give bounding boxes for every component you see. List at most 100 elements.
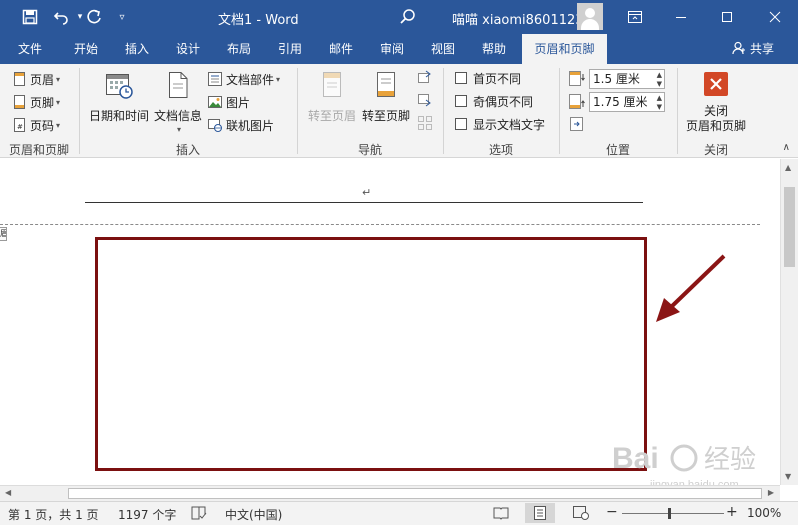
zoom-out-icon[interactable]: − xyxy=(606,504,618,520)
highlight-box xyxy=(95,237,647,471)
document-title: 文档1 - Word xyxy=(218,13,299,28)
footer-position-input[interactable]: 1.75 厘米 ▲ ▼ xyxy=(589,92,665,112)
header-tag: 眉 xyxy=(0,227,7,241)
close-icon[interactable] xyxy=(752,0,798,34)
pointer-arrow-icon xyxy=(656,254,726,322)
picture-button[interactable]: 图片 xyxy=(208,92,250,112)
picture-label: 图片 xyxy=(226,95,251,110)
collapse-ribbon-icon[interactable]: ∧ xyxy=(783,142,790,153)
language[interactable]: 中文(中国) xyxy=(225,506,282,523)
save-icon[interactable] xyxy=(16,0,44,34)
watermark-brand2: 经验 xyxy=(704,445,756,475)
footer-button[interactable]: 页脚 ▾ xyxy=(12,92,60,112)
header-boundary xyxy=(0,224,760,225)
vertical-scrollbar[interactable]: ▲ ▼ xyxy=(780,159,798,485)
ribbon-display-options-icon[interactable] xyxy=(612,0,658,34)
group-label-close: 关闭 xyxy=(703,143,728,157)
tab-home[interactable]: 开始 xyxy=(62,34,110,64)
zoom-slider[interactable] xyxy=(622,513,724,514)
header-doc-icon xyxy=(12,72,26,86)
spin-down-icon[interactable]: ▼ xyxy=(657,103,662,111)
zoom-in-icon[interactable]: + xyxy=(726,504,738,520)
web-layout-icon[interactable] xyxy=(573,506,589,523)
tab-references[interactable]: 引用 xyxy=(266,34,314,64)
tab-insert[interactable]: 插入 xyxy=(113,34,161,64)
header-rule xyxy=(85,202,643,203)
document-info-button[interactable]: 文档信息 ▾ xyxy=(152,70,204,134)
tab-mailings[interactable]: 邮件 xyxy=(317,34,365,64)
spin-up-icon[interactable]: ▲ xyxy=(657,94,662,102)
go-to-header-label: 转至页眉 xyxy=(307,109,356,123)
avatar[interactable] xyxy=(577,3,603,30)
date-time-button[interactable]: 日期和时间 xyxy=(88,70,150,124)
group-label-position: 位置 xyxy=(605,143,630,157)
footer-position-value: 1.75 厘米 xyxy=(593,95,648,109)
scroll-left-icon[interactable]: ◀ xyxy=(5,488,11,497)
search-icon[interactable] xyxy=(398,7,418,27)
document-info-label: 文档信息 xyxy=(153,109,202,123)
footer-position-icon xyxy=(569,94,585,113)
zoom-slider-thumb[interactable] xyxy=(668,508,671,519)
zoom-level[interactable]: 100% xyxy=(747,506,781,520)
insert-alignment-tab-icon[interactable] xyxy=(570,117,584,134)
group-label-options: 选项 xyxy=(488,143,513,157)
redo-icon[interactable] xyxy=(80,0,108,34)
status-bar: 第 1 页，共 1 页 1197 个字 中文(中国) − + 100% xyxy=(0,501,798,525)
vertical-scroll-thumb[interactable] xyxy=(784,187,795,267)
online-picture-label: 联机图片 xyxy=(226,118,275,133)
next-section-icon[interactable] xyxy=(418,93,432,110)
different-first-page-label: 首页不同 xyxy=(473,71,522,86)
different-odd-even-checkbox[interactable]: 奇偶页不同 xyxy=(455,91,533,111)
close-label-line1: 关闭 xyxy=(703,104,728,118)
header-button[interactable]: 页眉 ▾ xyxy=(12,69,60,89)
checkbox-icon xyxy=(455,95,467,107)
show-document-text-label: 显示文档文字 xyxy=(473,117,546,132)
show-document-text-checkbox[interactable]: 显示文档文字 xyxy=(455,114,545,134)
go-to-header-button[interactable]: 转至页眉 xyxy=(306,70,358,124)
different-first-page-checkbox[interactable]: 首页不同 xyxy=(455,68,521,88)
word-count[interactable]: 1197 个字 xyxy=(118,506,176,523)
group-label-header-footer: 页眉和页脚 xyxy=(8,143,69,157)
tab-review[interactable]: 审阅 xyxy=(368,34,416,64)
different-odd-even-label: 奇偶页不同 xyxy=(473,94,534,109)
document-parts-button[interactable]: 文档部件 ▾ xyxy=(208,69,280,89)
scroll-up-icon[interactable]: ▲ xyxy=(785,163,791,172)
group-label-insert: 插入 xyxy=(175,143,200,157)
close-x-icon xyxy=(684,72,748,100)
previous-section-icon[interactable] xyxy=(418,70,432,87)
share-label: 共享 xyxy=(749,42,774,56)
header-position-input[interactable]: 1.5 厘米 ▲ ▼ xyxy=(589,69,665,89)
tab-design[interactable]: 设计 xyxy=(164,34,212,64)
maximize-icon[interactable] xyxy=(704,0,750,34)
horizontal-scrollbar[interactable]: ◀ ▶ xyxy=(0,485,780,501)
checkbox-icon xyxy=(455,72,467,84)
online-picture-button[interactable]: 联机图片 xyxy=(208,115,274,135)
horizontal-scroll-thumb[interactable] xyxy=(68,488,762,499)
go-to-footer-button[interactable]: 转至页脚 xyxy=(360,70,412,124)
page-count[interactable]: 第 1 页，共 1 页 xyxy=(8,506,99,523)
read-mode-icon[interactable] xyxy=(493,506,509,523)
link-to-previous-icon[interactable] xyxy=(418,116,432,133)
proofing-icon[interactable] xyxy=(191,506,207,523)
spin-up-icon[interactable]: ▲ xyxy=(657,71,662,79)
tab-view[interactable]: 视图 xyxy=(419,34,467,64)
share-button[interactable]: 共享 xyxy=(732,34,774,64)
close-header-footer-button[interactable]: 关闭 页眉和页脚 xyxy=(684,72,748,134)
print-layout-icon[interactable] xyxy=(525,503,555,523)
close-label-line2: 页眉和页脚 xyxy=(685,119,746,133)
go-to-header-icon xyxy=(306,70,358,103)
scroll-down-icon[interactable]: ▼ xyxy=(785,472,791,481)
checkbox-icon xyxy=(455,118,467,130)
tab-file[interactable]: 文件 xyxy=(6,34,54,64)
group-label-navigation: 导航 xyxy=(357,143,382,157)
customize-toolbar-icon[interactable]: ▿ xyxy=(108,0,136,34)
page-number-label: 页码 xyxy=(30,118,55,133)
tab-layout[interactable]: 布局 xyxy=(215,34,263,64)
spin-down-icon[interactable]: ▼ xyxy=(657,80,662,88)
page-number-button[interactable]: # 页码 ▾ xyxy=(12,115,60,135)
minimize-icon[interactable] xyxy=(658,0,704,34)
scroll-right-icon[interactable]: ▶ xyxy=(768,488,774,497)
user-name[interactable]: 喵喵 xiaomi8601123 xyxy=(452,9,584,28)
tab-header-footer[interactable]: 页眉和页脚 xyxy=(522,34,607,64)
tab-help[interactable]: 帮助 xyxy=(470,34,518,64)
